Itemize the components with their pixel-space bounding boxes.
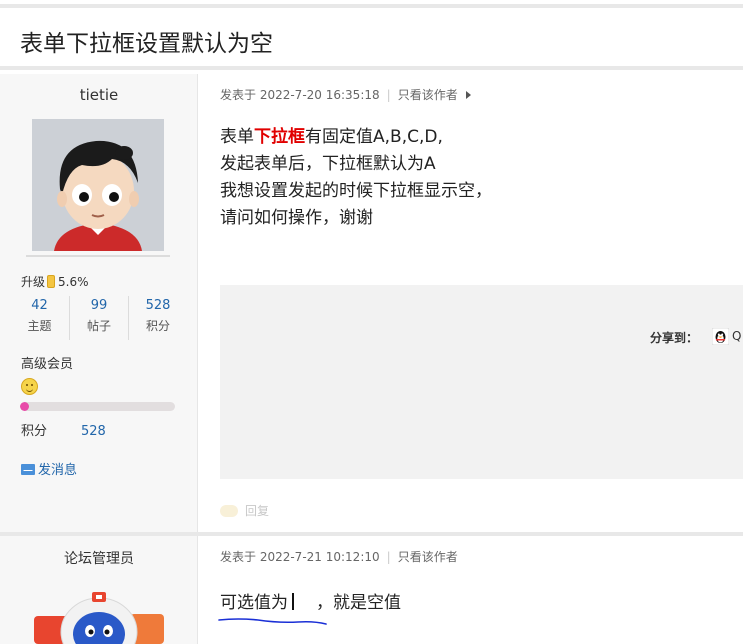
reply-label[interactable]: 回复: [245, 504, 269, 518]
send-message-label[interactable]: 发消息: [38, 463, 77, 478]
level-label: 升级: [21, 275, 46, 289]
share-box: 分享到： Q: [220, 285, 743, 479]
points-label: 积分: [21, 424, 48, 439]
qq-penguin-icon[interactable]: [712, 328, 729, 345]
author-stats: 42 主题 99 帖子 528 积分: [10, 296, 188, 340]
author-sidebar: 论坛管理员: [0, 536, 198, 644]
avatar[interactable]: [32, 119, 164, 251]
avatar-divider: [26, 255, 170, 257]
send-message-link[interactable]: 发消息: [21, 459, 77, 478]
content-line: 请问如何操作，谢谢: [220, 208, 373, 228]
stat-points[interactable]: 528 积分: [128, 296, 187, 340]
author-sidebar: tietie 升级 5.6% 42 主题 99 帖子 528 积分 高级会员 积…: [0, 74, 198, 532]
points-value: 528: [81, 424, 106, 439]
post-body: 发表于 2022-7-21 10:12:10 | 只看该作者 可选值为 ，就是空值: [198, 536, 743, 644]
author-name[interactable]: 论坛管理员: [0, 548, 198, 568]
stat-label: 帖子: [86, 319, 111, 333]
content-text: 可选值为: [220, 593, 288, 613]
stat-posts[interactable]: 99 帖子: [69, 296, 128, 340]
stat-label: 积分: [145, 319, 170, 333]
handwritten-underline-annotation: [218, 618, 327, 625]
play-arrow-icon[interactable]: [465, 91, 471, 99]
post-meta: 发表于 2022-7-21 10:12:10 | 只看该作者: [220, 548, 458, 565]
stat-value[interactable]: 528: [129, 296, 187, 316]
member-rank: 高级会员: [21, 357, 74, 372]
avatar-cartoon-icon: [32, 119, 164, 251]
post-date: 发表于 2022-7-20 16:35:18: [220, 88, 380, 102]
reply-bubble-icon: [220, 505, 238, 517]
avatar[interactable]: [34, 586, 164, 644]
share-qq-label[interactable]: Q: [732, 329, 741, 343]
post-content: 表单下拉框有固定值A,B,C,D, 发起表单后，下拉框默认为A 我想设置发起的时…: [220, 124, 492, 232]
content-text: 有固定值A,B,C,D,: [305, 127, 443, 147]
content-line: 表单下拉框有固定值A,B,C,D,: [220, 124, 492, 151]
post-body: 发表于 2022-7-20 16:35:18 | 只看该作者 表单下拉框有固定值A,…: [198, 74, 743, 532]
level-progress: 5.6%: [58, 275, 89, 289]
points-row: 积分 528: [21, 420, 106, 439]
content-line: 我想设置发起的时候下拉框显示空，: [220, 181, 492, 201]
stat-threads[interactable]: 42 主题: [10, 296, 69, 340]
content-line: 发起表单后，下拉框默认为A: [220, 154, 436, 174]
envelope-icon: [21, 464, 35, 475]
post-date: 发表于 2022-7-21 10:12:10: [220, 550, 380, 564]
level-info: 升级 5.6%: [21, 273, 89, 290]
post-content: 可选值为 ，就是空值: [220, 588, 401, 613]
robot-avatar-icon: [34, 592, 164, 644]
author-only-link[interactable]: 只看该作者: [398, 88, 458, 102]
meta-divider: |: [386, 550, 391, 564]
stat-label: 主题: [27, 319, 52, 333]
gold-level-icon: [47, 275, 56, 288]
stat-value[interactable]: 99: [70, 296, 128, 316]
content-text: ，就是空值: [316, 593, 401, 613]
author-name[interactable]: tietie: [0, 86, 198, 104]
author-only-link[interactable]: 只看该作者: [398, 550, 458, 564]
highlight-text: 下拉框: [254, 127, 305, 147]
rank-progress-bar: [20, 402, 175, 411]
post-meta: 发表于 2022-7-20 16:35:18 | 只看该作者: [220, 86, 471, 103]
stat-value[interactable]: 42: [10, 296, 69, 316]
share-label: 分享到：: [650, 331, 699, 345]
post-2: 论坛管理员 发表于 2022-7-21 10:12:10 | 只看该作者 可选值为 ，…: [0, 536, 743, 644]
meta-divider: |: [386, 88, 391, 102]
text-cursor-mark: [292, 593, 294, 610]
thread-title: 表单下拉框设置默认为空: [20, 31, 273, 57]
smiley-icon: [21, 378, 38, 395]
content-text: 表单: [220, 127, 254, 147]
post-1: tietie 升级 5.6% 42 主题 99 帖子 528 积分 高级会员 积…: [0, 74, 743, 532]
thread-title-bar: 表单下拉框设置默认为空: [0, 8, 743, 70]
reply-button[interactable]: 回复: [220, 502, 269, 519]
rank-progress-fill: [20, 402, 29, 411]
